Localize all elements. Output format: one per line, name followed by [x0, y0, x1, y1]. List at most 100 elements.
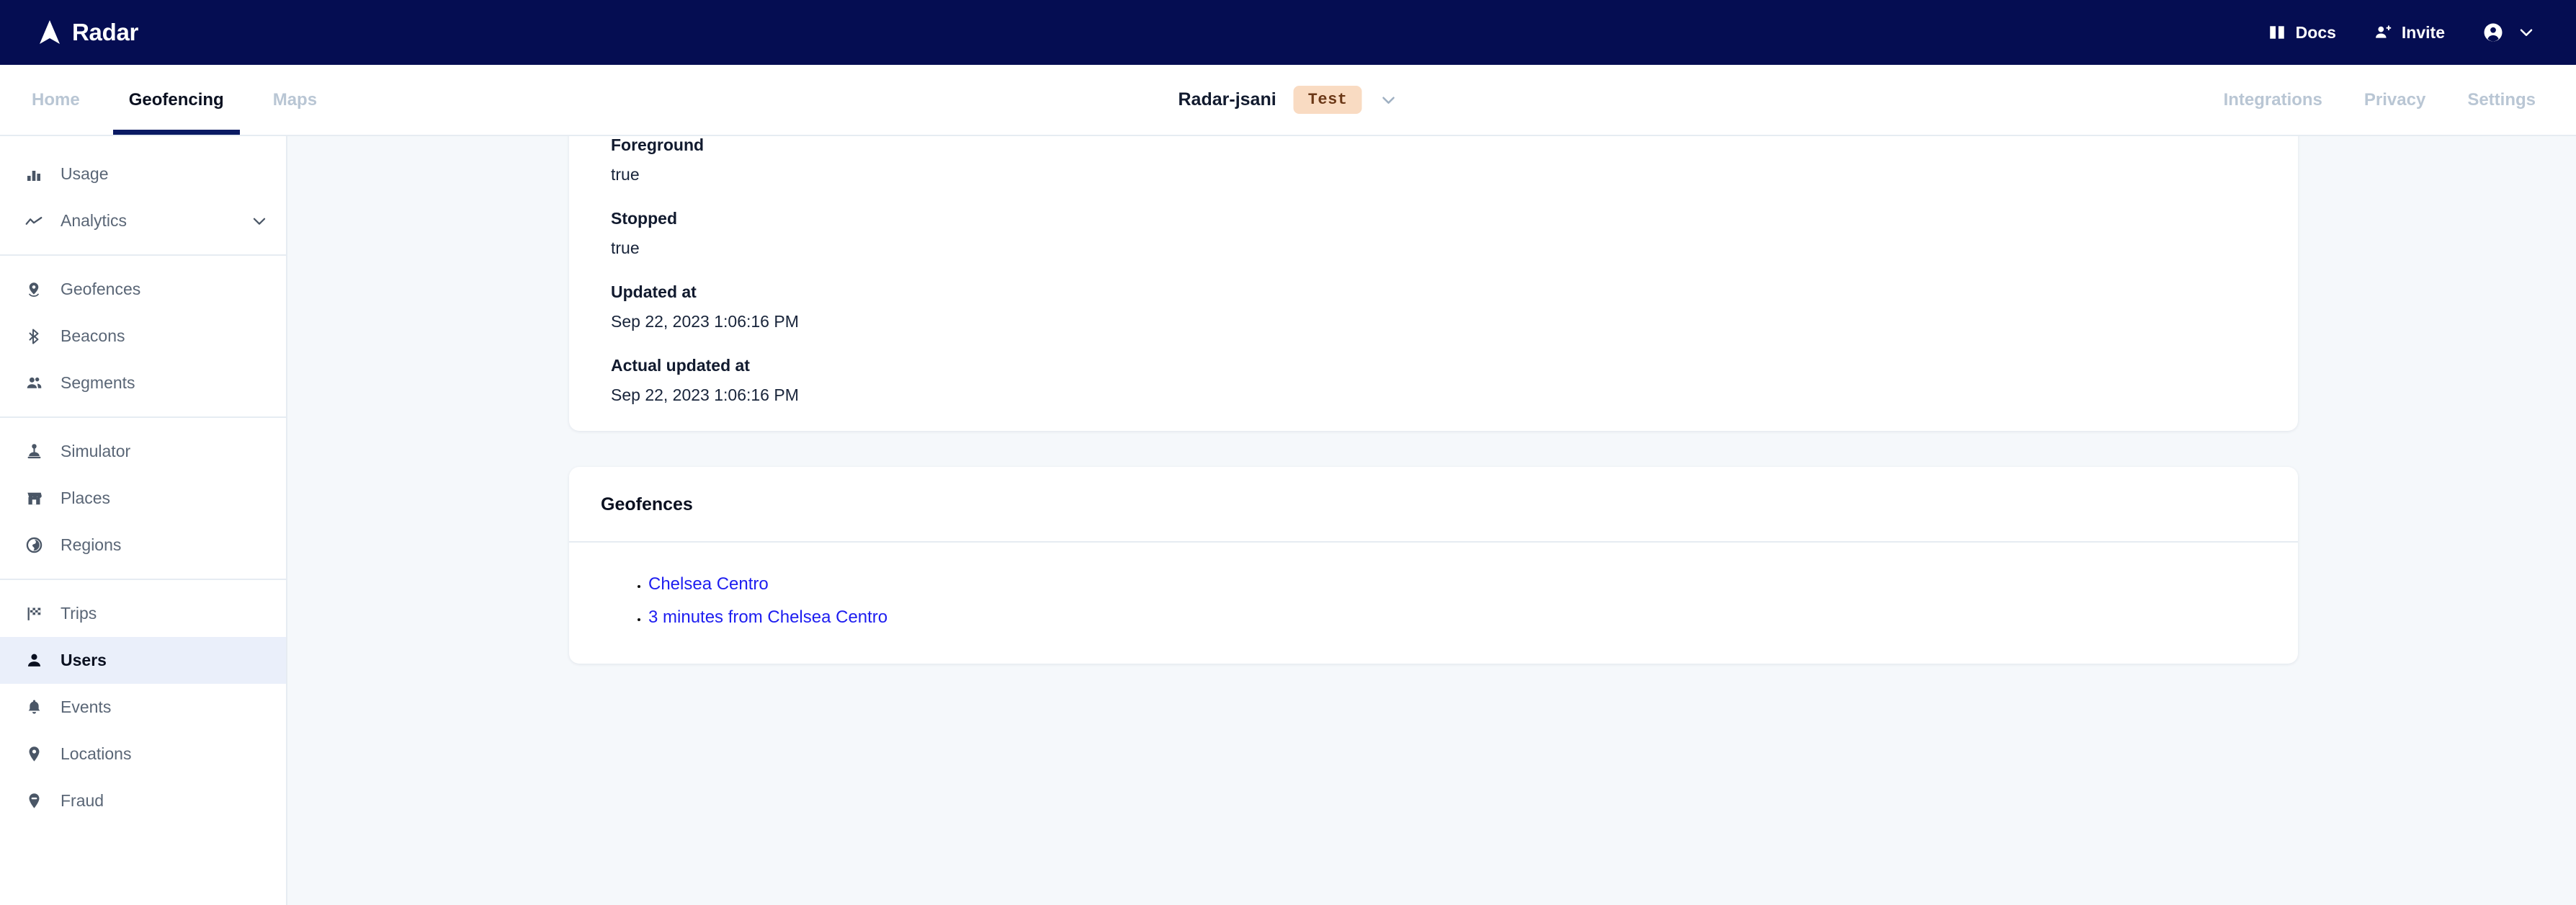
- sidebar-item-label: Regions: [61, 535, 122, 554]
- tab-settings-label: Settings: [2467, 89, 2536, 110]
- sidebar-item-segments[interactable]: Segments: [0, 360, 286, 406]
- person-icon: [23, 650, 45, 672]
- checkered-flag-icon: [23, 603, 45, 625]
- sidebar-item-regions[interactable]: Regions: [0, 522, 286, 569]
- app-root: Radar Docs Invite Home Geofencing Maps R…: [0, 0, 2576, 905]
- chevron-down-icon[interactable]: [250, 212, 269, 231]
- sidebar-item-label: Usage: [61, 164, 109, 183]
- invite-label: Invite: [2401, 22, 2445, 42]
- sidebar-item-label: Locations: [61, 744, 132, 763]
- brand-logo[interactable]: Radar: [37, 19, 138, 46]
- project-name: Radar-jsani: [1178, 89, 1276, 110]
- map-pin-icon: [23, 279, 45, 300]
- joystick-icon: [23, 441, 45, 463]
- tab-geofencing[interactable]: Geofencing: [104, 65, 249, 135]
- field-stopped: Stopped true: [569, 184, 2298, 258]
- pin-minus-icon: [23, 790, 45, 812]
- subnav-right-group: Integrations Privacy Settings: [2224, 65, 2576, 135]
- sidebar-item-label: Trips: [61, 604, 97, 623]
- tab-maps[interactable]: Maps: [249, 65, 341, 135]
- subnav-left-group: Home Geofencing Maps: [0, 65, 341, 135]
- field-label: Foreground: [611, 136, 705, 154]
- field-updated-at: Updated at Sep 22, 2023 1:06:16 PM: [569, 258, 2298, 331]
- geofence-link[interactable]: 3 minutes from Chelsea Centro: [648, 607, 887, 627]
- location-pin-icon: [23, 744, 45, 765]
- book-icon: [2269, 26, 2284, 39]
- tab-settings[interactable]: Settings: [2467, 90, 2536, 110]
- sidebar-item-locations[interactable]: Locations: [0, 731, 286, 777]
- list-item: 3 minutes from Chelsea Centro: [648, 607, 2266, 628]
- trend-line-icon: [23, 210, 45, 232]
- list-item: Chelsea Centro: [648, 574, 2266, 594]
- account-menu-button[interactable]: [2482, 22, 2536, 43]
- person-add-icon: [2375, 25, 2392, 38]
- sidebar-item-places[interactable]: Places: [0, 475, 286, 522]
- tab-home-label: Home: [32, 89, 80, 110]
- bell-icon: [23, 697, 45, 718]
- page-body: Usage Analytics Geofences Beacons Segmen…: [0, 136, 2576, 905]
- sidebar-group-activity: Trips Users Events Locations Fraud: [0, 579, 286, 834]
- sidebar-item-beacons[interactable]: Beacons: [0, 313, 286, 360]
- secondary-navigation-bar: Home Geofencing Maps Radar-jsani Test In…: [0, 65, 2576, 136]
- field-label: Updated at: [611, 282, 697, 301]
- sidebar-item-label: Users: [61, 651, 107, 669]
- chevron-down-icon: [1382, 97, 1395, 104]
- card-title: Geofences: [601, 494, 693, 514]
- top-navigation-bar: Radar Docs Invite: [0, 0, 2576, 65]
- sidebar-item-users[interactable]: Users: [0, 637, 286, 684]
- main-content: 35 meters Foreground true Stopped true U…: [287, 136, 2576, 905]
- sidebar-item-label: Events: [61, 697, 112, 716]
- sidebar-item-geofences[interactable]: Geofences: [0, 266, 286, 313]
- invite-link[interactable]: Invite: [2374, 23, 2445, 43]
- field-value: Sep 22, 2023 1:06:16 PM: [611, 312, 799, 331]
- sidebar-group-geofencing: Geofences Beacons Segments: [0, 254, 286, 416]
- brand-name: Radar: [72, 19, 139, 45]
- environment-badge[interactable]: Test: [1293, 86, 1362, 114]
- geofences-card-body: Chelsea Centro 3 minutes from Chelsea Ce…: [569, 543, 2298, 664]
- geofence-link[interactable]: Chelsea Centro: [648, 574, 769, 594]
- globe-icon: [23, 535, 45, 556]
- field-actual-updated-at: Actual updated at Sep 22, 2023 1:06:16 P…: [569, 331, 2298, 405]
- user-details-card: 35 meters Foreground true Stopped true U…: [569, 136, 2298, 431]
- sidebar-group-tools: Simulator Places Regions: [0, 416, 286, 579]
- sidebar-item-label: Fraud: [61, 791, 104, 810]
- bar-chart-icon: [23, 164, 45, 185]
- sidebar-item-usage[interactable]: Usage: [0, 151, 286, 197]
- tab-home[interactable]: Home: [0, 65, 104, 135]
- tab-privacy[interactable]: Privacy: [2364, 90, 2425, 110]
- sidebar-group-analytics: Usage Analytics: [0, 141, 286, 254]
- field-foreground: Foreground true: [569, 136, 2298, 184]
- field-label: Actual updated at: [611, 356, 750, 375]
- field-value: true: [611, 238, 640, 257]
- sidebar-item-label: Beacons: [61, 326, 125, 345]
- tab-geofencing-label: Geofencing: [128, 89, 224, 110]
- sidebar-item-label: Geofences: [61, 280, 141, 298]
- project-selector[interactable]: Radar-jsani Test: [1179, 65, 1398, 135]
- geofences-card: Geofences Chelsea Centro 3 minutes from …: [569, 467, 2298, 664]
- field-value: true: [611, 165, 640, 184]
- bluetooth-icon: [23, 326, 45, 347]
- sidebar-item-fraud[interactable]: Fraud: [0, 777, 286, 824]
- geofence-list: Chelsea Centro 3 minutes from Chelsea Ce…: [601, 574, 2266, 628]
- docs-link[interactable]: Docs: [2268, 23, 2336, 43]
- field-label: Stopped: [611, 209, 677, 228]
- people-icon: [23, 373, 45, 394]
- tab-integrations[interactable]: Integrations: [2224, 90, 2322, 110]
- navigation-arrow-icon: [40, 20, 60, 44]
- sidebar-item-trips[interactable]: Trips: [0, 590, 286, 637]
- docs-label: Docs: [2295, 22, 2336, 42]
- sidebar-item-simulator[interactable]: Simulator: [0, 428, 286, 475]
- sidebar-item-label: Simulator: [61, 442, 131, 460]
- tab-maps-label: Maps: [272, 89, 318, 110]
- topbar-right-group: Docs Invite: [2268, 22, 2536, 43]
- sidebar-item-label: Segments: [61, 373, 135, 392]
- geofences-card-header: Geofences: [569, 467, 2298, 543]
- sidebar: Usage Analytics Geofences Beacons Segmen…: [0, 136, 287, 905]
- sidebar-item-analytics[interactable]: Analytics: [0, 197, 286, 244]
- storefront-icon: [23, 488, 45, 509]
- tab-privacy-label: Privacy: [2363, 89, 2426, 110]
- tab-integrations-label: Integrations: [2223, 89, 2322, 110]
- sidebar-item-events[interactable]: Events: [0, 684, 286, 731]
- sidebar-item-label: Analytics: [61, 211, 128, 230]
- account-circle-icon: [2484, 23, 2503, 42]
